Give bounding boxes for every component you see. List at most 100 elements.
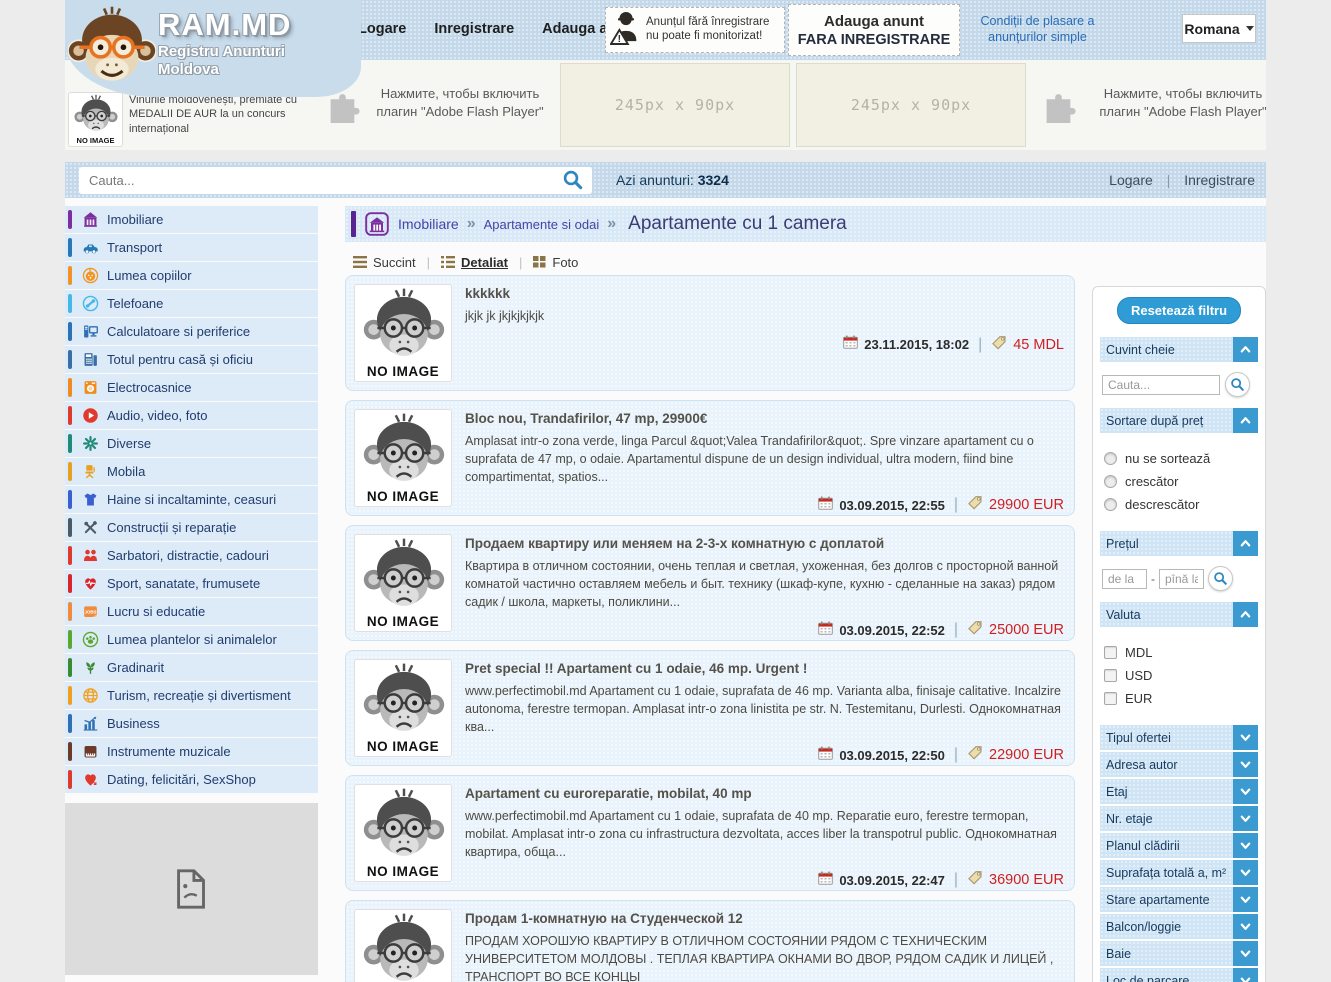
category-color-bar: [68, 210, 72, 229]
checkbox-icon[interactable]: [1104, 669, 1117, 682]
sidebar-item-heart-pulse[interactable]: Sport, sanatate, frumusete: [65, 570, 318, 597]
chevron-down-icon[interactable]: [1233, 806, 1258, 831]
sidebar-item-computer[interactable]: Calculatoare si periferice: [65, 318, 318, 345]
price-from-input[interactable]: [1102, 569, 1147, 589]
filter-section-loc-de-parcare[interactable]: Loc de parcare: [1100, 968, 1258, 982]
sidebar-item-baby[interactable]: Lumea copiilor: [65, 262, 318, 289]
checkbox-icon[interactable]: [1104, 692, 1117, 705]
register-link[interactable]: Inregistrare: [1184, 172, 1255, 188]
listing-title[interactable]: Bloc nou, Trandafirilor, 47 mp, 29900€: [465, 411, 1066, 426]
chevron-up-icon[interactable]: [1233, 337, 1258, 362]
chevron-down-icon[interactable]: [1233, 752, 1258, 777]
sidebar-item-globe[interactable]: Turism, recreație și divertisment: [65, 682, 318, 709]
checkbox-option-mdl[interactable]: MDL: [1104, 645, 1254, 660]
chevron-down-icon[interactable]: [1233, 887, 1258, 912]
site-logo[interactable]: RAM.MD Registru Anunturi Moldova: [65, 0, 361, 97]
filter-section-planul-cl-dirii[interactable]: Planul clădirii: [1100, 833, 1258, 858]
sidebar-item-building[interactable]: Imobiliare: [65, 206, 318, 233]
nav-logare[interactable]: Logare: [358, 21, 406, 37]
chevron-down-icon[interactable]: [1233, 833, 1258, 858]
listing-title[interactable]: Продаем квартиру или меняем на 2-3-х ком…: [465, 536, 1066, 551]
sidebar-item-phone[interactable]: Telefoane: [65, 290, 318, 317]
language-selector[interactable]: Romana: [1182, 14, 1256, 43]
conditions-link[interactable]: Condiții de plasare a anunțurilor simple: [970, 13, 1105, 46]
filter-section-baie[interactable]: Baie: [1100, 941, 1258, 966]
sidebar-item-office-phone[interactable]: Totul pentru casă și oficiu: [65, 346, 318, 373]
radio-icon[interactable]: [1104, 475, 1117, 488]
breadcrumb-link-apartamente-si-odai[interactable]: Apartamente si odai: [484, 217, 600, 232]
view-mode-foto[interactable]: Foto: [533, 255, 578, 270]
checkbox-icon[interactable]: [1104, 646, 1117, 659]
chevron-down-icon[interactable]: [1233, 968, 1258, 982]
flash-plugin-notice[interactable]: Нажмите, чтобы включить плагин "Adobe Fl…: [368, 85, 552, 120]
listing-title[interactable]: Продам 1-комнатную на Студенческой 12: [465, 911, 1066, 926]
listing-card[interactable]: NO IMAGEApartament cu euroreparatie, mob…: [345, 775, 1075, 891]
filter-keyword-input[interactable]: [1102, 375, 1220, 395]
listing-card[interactable]: NO IMAGEBloc nou, Trandafirilor, 47 mp, …: [345, 400, 1075, 516]
sidebar-item-gear[interactable]: Diverse: [65, 430, 318, 457]
sidebar-item-clothes[interactable]: Haine si incaltaminte, ceasuri: [65, 486, 318, 513]
filter-section-suprafa-a-total-a-m[interactable]: Suprafața totală a, m²: [1100, 860, 1258, 885]
flash-plugin-notice[interactable]: Нажмите, чтобы включить плагин "Adobe Fl…: [1085, 85, 1281, 120]
listing-title[interactable]: kkkkkk: [465, 286, 1066, 301]
promo-no-image-thumbnail[interactable]: NO IMAGE: [68, 92, 123, 147]
filter-section-etaj[interactable]: Etaj: [1100, 779, 1258, 804]
filter-section-nr-etaje[interactable]: Nr. etaje: [1100, 806, 1258, 831]
radio-icon[interactable]: [1104, 498, 1117, 511]
chevron-down-icon[interactable]: [1233, 725, 1258, 750]
filter-section-valuta[interactable]: Valuta: [1100, 602, 1258, 627]
sidebar-item-chair[interactable]: Mobila: [65, 458, 318, 485]
sidebar-item-piano[interactable]: Instrumente muzicale: [65, 738, 318, 765]
add-listing-without-registration-button[interactable]: Adauga anunt FARA INREGISTRARE: [788, 4, 960, 56]
sidebar-item-jobs[interactable]: JOBSLucru si educatie: [65, 598, 318, 625]
sidebar-item-paw[interactable]: Lumea plantelor si animalelor: [65, 626, 318, 653]
reset-filter-button[interactable]: Resetează filtru: [1117, 297, 1241, 324]
listing-title[interactable]: Apartament cu euroreparatie, mobilat, 40…: [465, 786, 1066, 801]
radio-option-nu-se-sorteaz[interactable]: nu se sortează: [1104, 451, 1254, 466]
filter-section-pre-ul[interactable]: Prețul: [1100, 531, 1258, 556]
sidebar-item-play[interactable]: Audio, video, foto: [65, 402, 318, 429]
filter-section-cuvint-cheie[interactable]: Cuvint cheie: [1100, 337, 1258, 362]
filter-section-tipul-ofertei[interactable]: Tipul ofertei: [1100, 725, 1258, 750]
checkbox-option-eur[interactable]: EUR: [1104, 691, 1254, 706]
listing-card[interactable]: NO IMAGEПродам 1-комнатную на Студенческ…: [345, 900, 1075, 982]
view-mode-detaliat[interactable]: Detaliat: [441, 255, 508, 270]
nav-inregistrare[interactable]: Inregistrare: [434, 21, 514, 37]
flash-plugin-puzzle-icon[interactable]: [1039, 86, 1077, 129]
search-input[interactable]: [79, 173, 560, 188]
listing-card[interactable]: NO IMAGEPret special !! Apartament cu 1 …: [345, 650, 1075, 766]
sidebar-item-people[interactable]: Sarbatori, distractie, cadouri: [65, 542, 318, 569]
checkbox-option-usd[interactable]: USD: [1104, 668, 1254, 683]
listing-card[interactable]: NO IMAGEПродаем квартиру или меняем на 2…: [345, 525, 1075, 641]
promo-banner-text[interactable]: Vinurile moldovenești, premiate cu MEDAL…: [129, 93, 325, 136]
filter-section-balcon-loggie[interactable]: Balcon/loggie: [1100, 914, 1258, 939]
chevron-down-icon[interactable]: [1233, 941, 1258, 966]
radio-icon[interactable]: [1104, 452, 1117, 465]
filter-section-adresa-autor[interactable]: Adresa autor: [1100, 752, 1258, 777]
listing-title[interactable]: Pret special !! Apartament cu 1 odaie, 4…: [465, 661, 1066, 676]
sidebar-item-washing-machine[interactable]: Electrocasnice: [65, 374, 318, 401]
radio-option-descresc-tor[interactable]: descrescător: [1104, 497, 1254, 512]
chevron-up-icon[interactable]: [1233, 531, 1258, 556]
chevron-up-icon[interactable]: [1233, 408, 1258, 433]
sidebar-item-chart[interactable]: Business: [65, 710, 318, 737]
view-mode-succint[interactable]: Succint: [353, 255, 416, 270]
filter-section-stare-apartamente[interactable]: Stare apartamente: [1100, 887, 1258, 912]
radio-option-cresc-tor[interactable]: crescător: [1104, 474, 1254, 489]
sidebar-item-plant[interactable]: Gradinarit: [65, 654, 318, 681]
login-link[interactable]: Logare: [1109, 172, 1153, 188]
chevron-down-icon[interactable]: [1233, 779, 1258, 804]
breadcrumb-link-imobiliare[interactable]: Imobiliare: [398, 216, 459, 232]
price-to-input[interactable]: [1159, 569, 1204, 589]
filter-price-search-icon[interactable]: [1208, 566, 1233, 591]
chevron-down-icon[interactable]: [1233, 860, 1258, 885]
sidebar-item-tools[interactable]: Construcții și reparație: [65, 514, 318, 541]
chevron-up-icon[interactable]: [1233, 602, 1258, 627]
listing-card[interactable]: NO IMAGEkkkkkkjkjk jk jkjkjkjkjk23.11.20…: [345, 275, 1075, 391]
filter-section-sortare-dup-pre[interactable]: Sortare după preț: [1100, 408, 1258, 433]
sidebar-item-heart[interactable]: Dating, felicitări, SexShop: [65, 766, 318, 793]
sidebar-item-car[interactable]: Transport: [65, 234, 318, 261]
chevron-down-icon[interactable]: [1233, 914, 1258, 939]
filter-search-icon[interactable]: [1225, 372, 1250, 397]
search-icon[interactable]: [560, 167, 592, 194]
